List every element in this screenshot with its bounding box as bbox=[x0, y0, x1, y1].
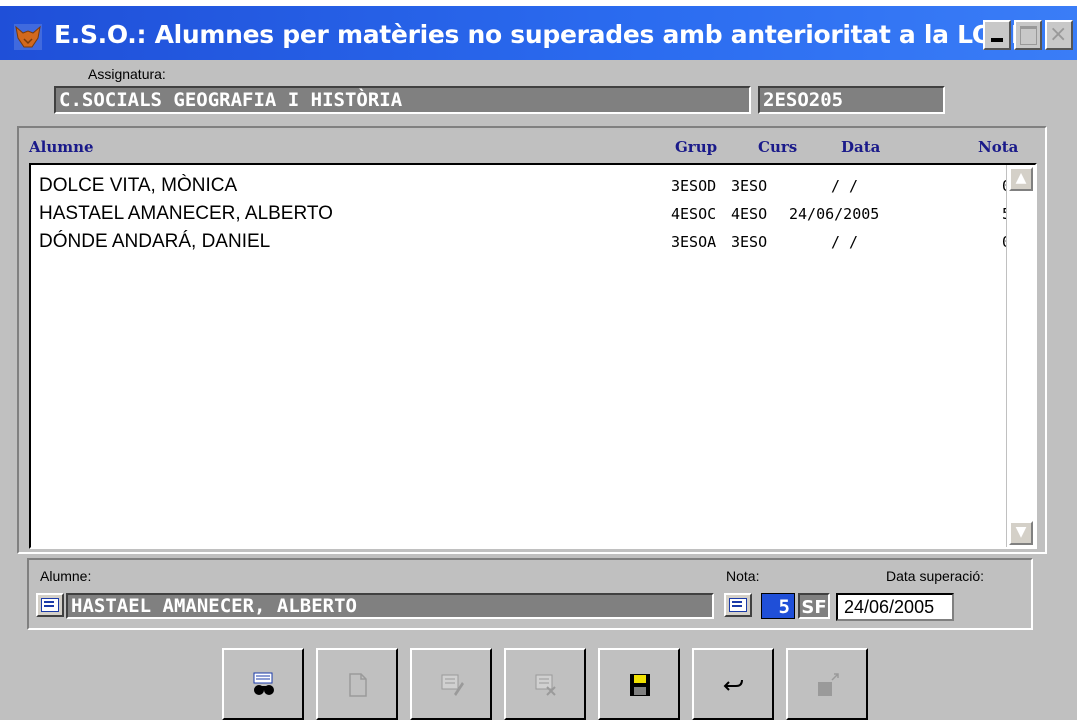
row-curs: 3ESO bbox=[731, 233, 768, 251]
column-header-data: Data bbox=[841, 138, 881, 156]
exit-button[interactable] bbox=[786, 648, 868, 720]
subject-label: Assignatura: bbox=[88, 66, 166, 82]
window-title: E.S.O.: Alumnes per matèries no superade… bbox=[54, 20, 1028, 49]
row-data: / / bbox=[831, 177, 859, 195]
row-data: 24/06/2005 bbox=[789, 205, 880, 223]
new-button[interactable] bbox=[316, 648, 398, 720]
maximize-icon bbox=[1020, 26, 1037, 45]
table-row[interactable]: DOLCE VITA, MÒNICA 3ESOD 3ESO / / 0 bbox=[31, 171, 1011, 199]
minimize-button[interactable] bbox=[983, 20, 1011, 50]
row-grup: 3ESOA bbox=[671, 233, 717, 251]
delete-icon bbox=[535, 674, 556, 696]
nota-label: Nota: bbox=[726, 568, 760, 584]
column-header-nota: Nota bbox=[978, 138, 1019, 156]
undo-button[interactable] bbox=[692, 648, 774, 720]
title-bar[interactable]: E.S.O.: Alumnes per matèries no superade… bbox=[0, 6, 1077, 60]
detail-alumne-label: Alumne: bbox=[40, 568, 92, 584]
student-lookup-button[interactable] bbox=[36, 593, 64, 617]
app-fox-icon bbox=[14, 24, 42, 50]
date-superacio-input[interactable]: 24/06/2005 bbox=[836, 593, 954, 621]
new-document-icon bbox=[349, 673, 367, 697]
minimize-icon bbox=[991, 38, 1003, 42]
row-grup: 3ESOD bbox=[671, 177, 717, 195]
column-header-curs: Curs bbox=[758, 138, 798, 156]
scroll-down-button[interactable]: ▼ bbox=[1009, 521, 1033, 545]
save-icon bbox=[630, 674, 650, 696]
row-curs: 3ESO bbox=[731, 177, 768, 195]
column-header-alumne: Alumne bbox=[29, 138, 94, 156]
row-grup: 4ESOC bbox=[671, 205, 717, 223]
save-button[interactable] bbox=[598, 648, 680, 720]
list-icon bbox=[41, 598, 59, 612]
table-row[interactable]: DÓNDE ANDARÁ, DANIEL 3ESOA 3ESO / / 0 bbox=[31, 227, 1011, 255]
row-alumne: DOLCE VITA, MÒNICA bbox=[39, 175, 238, 196]
table-row[interactable]: HASTAEL AMANECER, ALBERTO 4ESOC 4ESO 24/… bbox=[31, 199, 1011, 227]
exit-icon bbox=[818, 673, 839, 696]
row-data: / / bbox=[831, 233, 859, 251]
edit-button[interactable] bbox=[410, 648, 492, 720]
row-alumne: HASTAEL AMANECER, ALBERTO bbox=[39, 203, 333, 224]
subject-code-field: 2ESO205 bbox=[758, 86, 945, 114]
arrow-down-icon: ▼ bbox=[1015, 524, 1027, 540]
vertical-scrollbar[interactable]: ▲ ▼ bbox=[1006, 165, 1035, 547]
selected-student-field: HASTAEL AMANECER, ALBERTO bbox=[66, 593, 714, 619]
arrow-up-icon: ▲ bbox=[1015, 170, 1027, 186]
close-button[interactable]: × bbox=[1045, 20, 1073, 50]
maximize-button[interactable] bbox=[1014, 20, 1042, 50]
date-label: Data superació: bbox=[886, 568, 985, 584]
nota-lookup-button[interactable] bbox=[724, 593, 752, 617]
edit-icon bbox=[441, 674, 464, 696]
subject-name-field: C.SOCIALS GEOGRAFIA I HISTÒRIA bbox=[54, 86, 751, 114]
student-list[interactable]: DOLCE VITA, MÒNICA 3ESOD 3ESO / / 0 HAST… bbox=[29, 163, 1037, 549]
nota-qualifier: SF bbox=[798, 593, 830, 619]
column-header-grup: Grup bbox=[675, 138, 718, 156]
scroll-up-button[interactable]: ▲ bbox=[1009, 167, 1033, 191]
nota-value: 5 bbox=[761, 593, 795, 619]
search-icon bbox=[253, 672, 274, 695]
list-icon bbox=[729, 598, 747, 612]
undo-icon bbox=[723, 679, 743, 691]
row-alumne: DÓNDE ANDARÁ, DANIEL bbox=[39, 231, 271, 252]
row-curs: 4ESO bbox=[731, 205, 768, 223]
student-list-panel: Alumne Grup Curs Data Nota DOLCE VITA, M… bbox=[17, 126, 1047, 554]
close-icon: × bbox=[1049, 22, 1068, 47]
search-button[interactable] bbox=[222, 648, 304, 720]
delete-button[interactable] bbox=[504, 648, 586, 720]
